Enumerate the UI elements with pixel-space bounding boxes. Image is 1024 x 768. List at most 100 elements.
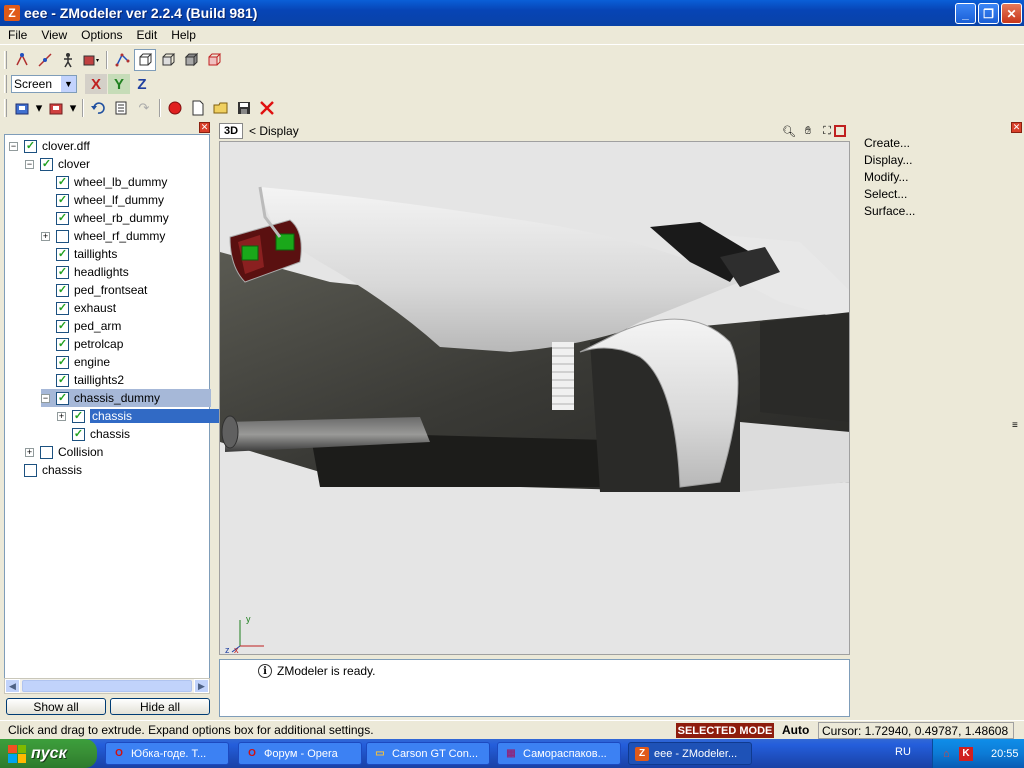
menu-help[interactable]: Help bbox=[167, 28, 200, 42]
visibility-checkbox[interactable]: ✓ bbox=[56, 283, 69, 297]
tree-row[interactable]: ✓ wheel_lf_dummy bbox=[41, 191, 164, 209]
collapse-icon[interactable]: − bbox=[41, 393, 50, 403]
minimize-button[interactable]: _ bbox=[955, 3, 976, 24]
mode-solid-cube-icon[interactable] bbox=[180, 49, 202, 71]
zoom-extents-icon[interactable]: ⛶ bbox=[819, 123, 835, 139]
toolbar-grip[interactable] bbox=[4, 75, 7, 93]
visibility-checkbox[interactable]: ✓ bbox=[24, 139, 37, 153]
command-surface[interactable]: Surface... bbox=[864, 204, 915, 221]
scroll-right-icon[interactable]: ▶ bbox=[194, 679, 209, 693]
select-object-icon[interactable] bbox=[80, 49, 102, 71]
command-modify[interactable]: Modify... bbox=[864, 170, 915, 187]
menu-options[interactable]: Options bbox=[77, 28, 126, 42]
visibility-checkbox[interactable]: ✓ bbox=[56, 175, 69, 189]
visibility-checkbox[interactable]: ✓ bbox=[56, 355, 69, 369]
command-select[interactable]: Select... bbox=[864, 187, 915, 204]
pan-hand-icon[interactable]: ✋︎ bbox=[800, 123, 816, 139]
tree-row[interactable]: ✓ chassis bbox=[57, 425, 130, 443]
visibility-checkbox[interactable] bbox=[56, 229, 69, 243]
select-figure-icon[interactable] bbox=[57, 49, 79, 71]
expand-icon[interactable]: + bbox=[41, 231, 50, 241]
collapse-icon[interactable]: − bbox=[25, 159, 34, 169]
menu-file[interactable]: File bbox=[4, 28, 31, 42]
close-panel-icon[interactable]: ✕ bbox=[199, 122, 210, 133]
language-indicator[interactable]: RU bbox=[895, 746, 911, 758]
tree-row[interactable]: ✓ ped_arm bbox=[41, 317, 121, 335]
restore-button[interactable]: ❐ bbox=[978, 3, 999, 24]
tree-row[interactable]: ✓ taillights2 bbox=[41, 371, 124, 389]
tree-row[interactable]: + ✓ chassis bbox=[57, 407, 222, 425]
axis-x-button[interactable]: X bbox=[85, 74, 107, 94]
tree-row[interactable]: chassis bbox=[9, 461, 82, 479]
visibility-checkbox[interactable]: ✓ bbox=[56, 319, 69, 333]
toolbar-grip[interactable] bbox=[4, 99, 7, 117]
mode-vertices-icon[interactable] bbox=[111, 49, 133, 71]
tree-row[interactable]: ✓ petrolcap bbox=[41, 335, 123, 353]
import-icon[interactable] bbox=[11, 97, 33, 119]
tree-row[interactable]: + wheel_rf_dummy bbox=[41, 227, 165, 245]
visibility-checkbox[interactable]: ✓ bbox=[72, 409, 85, 423]
taskbar-task-button[interactable]: O Юбка-годе. Т... bbox=[105, 742, 229, 765]
export-icon[interactable] bbox=[45, 97, 67, 119]
tree-row[interactable]: ✓ wheel_lb_dummy bbox=[41, 173, 167, 191]
scrollbar-thumb[interactable] bbox=[22, 680, 192, 692]
expand-icon[interactable]: + bbox=[25, 447, 34, 457]
undo-list-icon[interactable] bbox=[110, 97, 132, 119]
auto-toggle[interactable]: Auto bbox=[782, 723, 809, 737]
undo-icon[interactable] bbox=[87, 97, 109, 119]
network-icon[interactable]: ⌂ bbox=[943, 748, 955, 760]
coordinate-system-select[interactable]: Screen ▼ bbox=[11, 75, 77, 93]
collapse-icon[interactable]: − bbox=[9, 141, 18, 151]
tree-row[interactable]: − ✓ clover bbox=[25, 155, 90, 173]
panel-splitter-grip-icon[interactable]: ≡ bbox=[1012, 420, 1018, 431]
show-all-button[interactable]: Show all bbox=[6, 698, 106, 715]
close-panel-icon[interactable]: ✕ bbox=[1011, 122, 1022, 133]
visibility-checkbox[interactable]: ✓ bbox=[72, 427, 85, 441]
tree-row[interactable]: ✓ exhaust bbox=[41, 299, 116, 317]
view-3d-button[interactable]: 3D bbox=[219, 123, 243, 139]
visibility-checkbox[interactable]: ✓ bbox=[56, 337, 69, 351]
tree-row[interactable]: ✓ engine bbox=[41, 353, 110, 371]
tree-row[interactable]: ✓ wheel_rb_dummy bbox=[41, 209, 169, 227]
tree-row[interactable]: ✓ taillights bbox=[41, 245, 117, 263]
mode-cube-icon[interactable] bbox=[157, 49, 179, 71]
delete-icon[interactable] bbox=[256, 97, 278, 119]
tree-row[interactable]: ✓ ped_frontseat bbox=[41, 281, 147, 299]
close-button[interactable]: ✕ bbox=[1001, 3, 1022, 24]
record-icon[interactable] bbox=[164, 97, 186, 119]
start-button[interactable]: пуск bbox=[0, 739, 97, 768]
select-vertex-icon[interactable] bbox=[11, 49, 33, 71]
taskbar-task-button[interactable]: ▦ Самораспаков... bbox=[497, 742, 621, 765]
expand-icon[interactable]: + bbox=[57, 411, 66, 421]
taskbar-task-button[interactable]: Zeee - ZModeler... bbox=[628, 742, 752, 765]
chevron-down-icon[interactable]: ▾ bbox=[68, 97, 78, 119]
zoom-icon[interactable]: 🔍︎ bbox=[781, 123, 797, 139]
tree-row[interactable]: − ✓ chassis_dummy bbox=[41, 389, 211, 407]
tree-row[interactable]: + Collision bbox=[25, 443, 103, 461]
toolbar-grip[interactable] bbox=[4, 51, 7, 69]
visibility-checkbox[interactable] bbox=[40, 445, 53, 459]
tree-horizontal-scrollbar[interactable]: ◀ ▶ bbox=[4, 678, 210, 694]
command-display[interactable]: Display... bbox=[864, 153, 915, 170]
scroll-left-icon[interactable]: ◀ bbox=[5, 679, 20, 693]
visibility-checkbox[interactable]: ✓ bbox=[40, 157, 53, 171]
taskbar-task-button[interactable]: ▭ Carson GT Con... bbox=[366, 742, 490, 765]
command-create[interactable]: Create... bbox=[864, 136, 915, 153]
save-icon[interactable] bbox=[233, 97, 255, 119]
visibility-checkbox[interactable]: ✓ bbox=[56, 265, 69, 279]
visibility-checkbox[interactable]: ✓ bbox=[56, 211, 69, 225]
antivirus-icon[interactable]: K bbox=[959, 746, 973, 761]
selected-mode-badge[interactable]: SELECTED MODE bbox=[676, 723, 774, 738]
tree-row[interactable]: − ✓ clover.dff bbox=[9, 137, 90, 155]
3d-viewport[interactable]: y x z bbox=[219, 141, 850, 655]
visibility-checkbox[interactable]: ✓ bbox=[56, 373, 69, 387]
menu-view[interactable]: View bbox=[37, 28, 71, 42]
open-folder-icon[interactable] bbox=[210, 97, 232, 119]
visibility-checkbox[interactable]: ✓ bbox=[56, 391, 69, 405]
display-toggle[interactable]: < Display bbox=[249, 124, 299, 138]
maximize-viewport-icon[interactable] bbox=[834, 125, 846, 137]
new-file-icon[interactable] bbox=[187, 97, 209, 119]
visibility-checkbox[interactable]: ✓ bbox=[56, 193, 69, 207]
mode-polygons-icon[interactable] bbox=[134, 49, 156, 71]
redo-icon[interactable]: ↷ bbox=[133, 97, 155, 119]
